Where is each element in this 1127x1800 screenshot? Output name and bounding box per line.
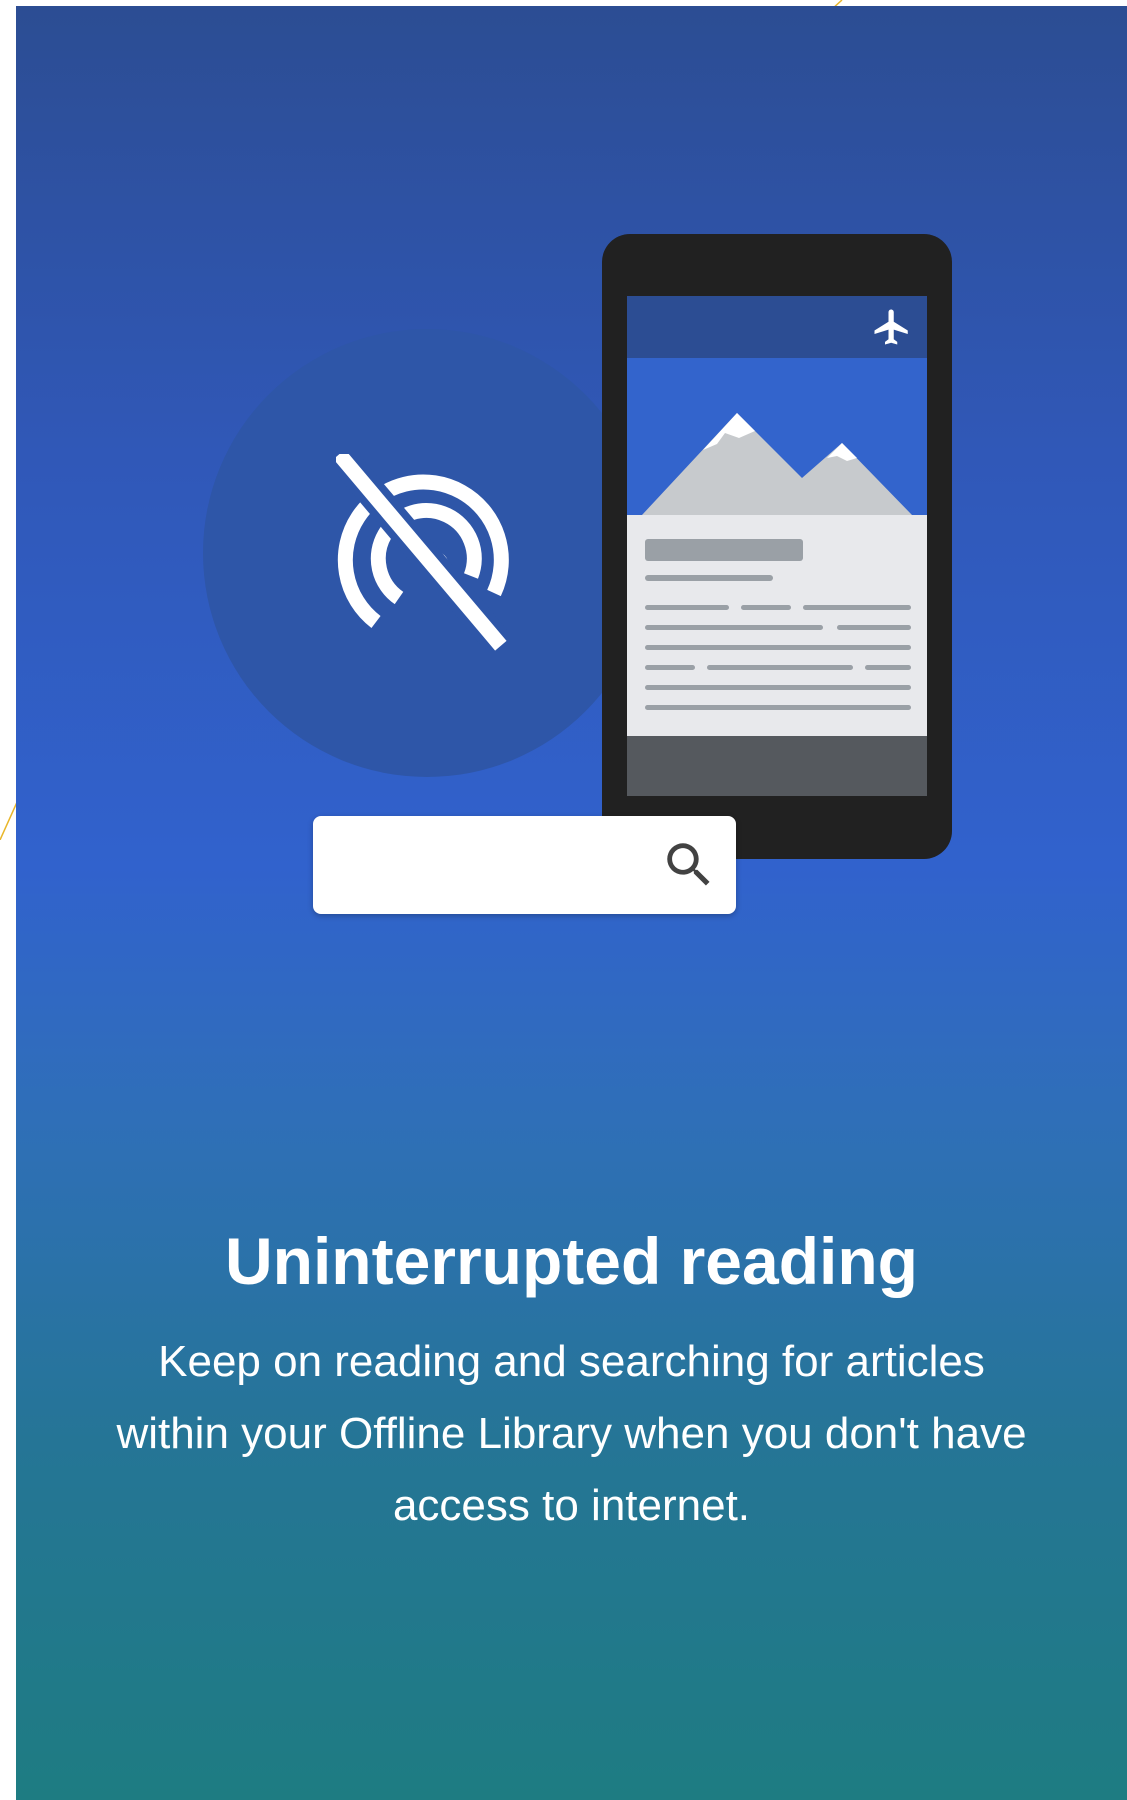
text-line <box>741 605 791 610</box>
onboarding-description: Keep on reading and searching for articl… <box>116 1337 1027 1530</box>
wifi-off-icon <box>336 454 509 651</box>
phone-app-bar <box>627 296 927 358</box>
article-title-placeholder <box>645 539 803 561</box>
text-line <box>645 685 911 690</box>
phone-screen <box>627 296 927 796</box>
search-icon <box>667 843 710 886</box>
offline-reading-illustration <box>16 6 1127 966</box>
phone-bottom-bar <box>627 736 927 796</box>
onboarding-screen: Uninterrupted reading Keep on reading an… <box>16 6 1127 1800</box>
text-line <box>803 605 911 610</box>
onboarding-headline: Uninterrupted reading <box>224 1224 919 1298</box>
phone-mockup <box>602 234 952 859</box>
article-subtitle-placeholder <box>645 575 773 581</box>
onboarding-page: Uninterrupted reading Keep on reading an… <box>0 0 1127 1800</box>
text-line <box>645 665 695 670</box>
mountain-image-icon <box>627 358 927 515</box>
text-line <box>837 625 911 630</box>
airplane-icon <box>874 309 908 345</box>
article-preview <box>627 515 927 735</box>
text-line <box>707 665 853 670</box>
text-line <box>645 705 911 710</box>
text-line <box>865 665 911 670</box>
search-box-illustration <box>313 816 736 914</box>
text-line <box>645 625 823 630</box>
text-line <box>645 605 729 610</box>
text-line <box>645 645 911 650</box>
